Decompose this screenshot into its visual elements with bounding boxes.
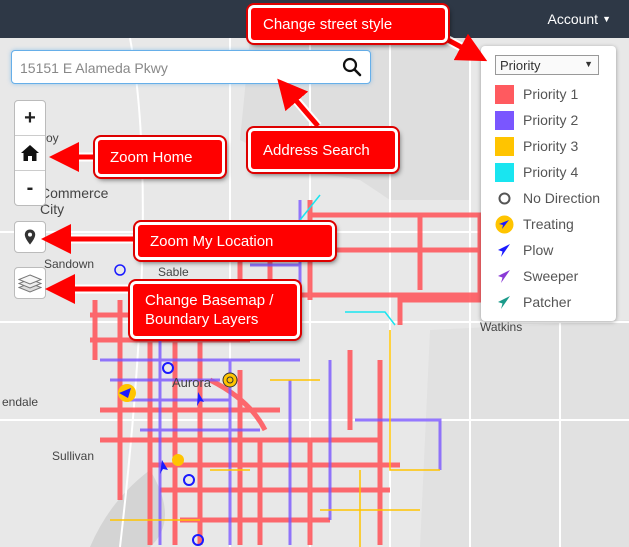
layers-button[interactable] <box>14 267 46 299</box>
sweeper-arrow-icon <box>498 269 510 283</box>
callout-basemap-text: Change Basemap / Boundary Layers <box>145 292 274 328</box>
legend-label: Sweeper <box>523 268 579 284</box>
legend-label: Treating <box>523 216 574 232</box>
purple-swatch-icon <box>495 110 514 130</box>
address-search-box <box>11 50 371 84</box>
plow-arrow-icon <box>498 243 510 257</box>
callout-street-style: Change street style <box>248 5 448 43</box>
legend-label: Priority 2 <box>523 112 579 128</box>
street-style-select[interactable]: Priority ▼ <box>495 55 599 75</box>
legend-item-priority-2: Priority 2 <box>495 110 578 130</box>
legend-item-priority-3: Priority 3 <box>495 136 578 156</box>
legend-label: Patcher <box>523 294 572 310</box>
treating-arrow-icon <box>495 215 514 233</box>
address-search-input[interactable] <box>18 57 332 79</box>
street-style-select-value: Priority <box>500 58 541 73</box>
callout-zoom-location-text: Zoom My Location <box>150 232 274 250</box>
patcher-arrow-icon <box>498 295 510 309</box>
zoom-my-location-button[interactable] <box>14 221 46 253</box>
red-swatch-icon <box>495 84 514 104</box>
legend-label: Priority 1 <box>523 86 579 102</box>
caret-down-icon: ▼ <box>602 14 611 24</box>
ring-icon <box>498 192 511 204</box>
legend-item-sweeper: Sweeper <box>495 266 578 286</box>
zoom-out-button[interactable]: - <box>15 171 45 205</box>
callout-address-search-text: Address Search <box>263 141 370 159</box>
map-label-sandown: Sandown <box>44 257 95 271</box>
map-label-sable: Sable <box>158 265 189 279</box>
zoom-control: + - <box>14 100 46 206</box>
legend-item-plow: Plow <box>495 240 553 260</box>
callout-address-search: Address Search <box>248 128 398 172</box>
zoom-home-button[interactable] <box>15 136 45 171</box>
callout-basemap: Change Basemap / Boundary Layers <box>130 281 300 339</box>
legend-item-no-direction: No Direction <box>495 188 600 208</box>
street-style-legend: Priority ▼ Priority 1 Priority 2 Priorit… <box>481 46 616 321</box>
home-icon <box>21 145 39 161</box>
map-label-endale: endale <box>2 395 39 409</box>
legend-item-patcher: Patcher <box>495 292 571 312</box>
cyan-swatch-icon <box>495 162 514 182</box>
account-menu[interactable]: Account ▼ <box>547 11 611 27</box>
search-icon[interactable] <box>342 57 362 77</box>
map-label-commerce-city: Commerce City <box>40 185 115 217</box>
legend-item-priority-4: Priority 4 <box>495 162 578 182</box>
callout-zoom-home-text: Zoom Home <box>110 148 193 166</box>
account-label: Account <box>547 11 599 27</box>
legend-label: Priority 3 <box>523 138 579 154</box>
location-pin-icon <box>24 229 36 245</box>
callout-zoom-location: Zoom My Location <box>135 222 335 260</box>
map-label-oy: oy <box>46 131 59 145</box>
legend-label: No Direction <box>523 190 601 206</box>
dropdown-arrow-icon: ▼ <box>584 59 593 69</box>
map-label-aurora: Aurora <box>172 375 212 390</box>
callout-street-style-text: Change street style <box>263 15 393 33</box>
legend-label: Plow <box>523 242 554 258</box>
map-label-commerce-city-line: Commerce City <box>40 185 109 217</box>
zoom-in-button[interactable]: + <box>15 101 45 136</box>
legend-item-treating: Treating <box>495 214 574 234</box>
layers-icon <box>18 274 42 293</box>
legend-item-priority-1: Priority 1 <box>495 84 578 104</box>
legend-label: Priority 4 <box>523 164 579 180</box>
map-label-sullivan: Sullivan <box>52 449 95 463</box>
yellow-swatch-icon <box>495 136 514 156</box>
map-label-watkins: Watkins <box>480 320 523 334</box>
callout-zoom-home: Zoom Home <box>95 137 225 177</box>
